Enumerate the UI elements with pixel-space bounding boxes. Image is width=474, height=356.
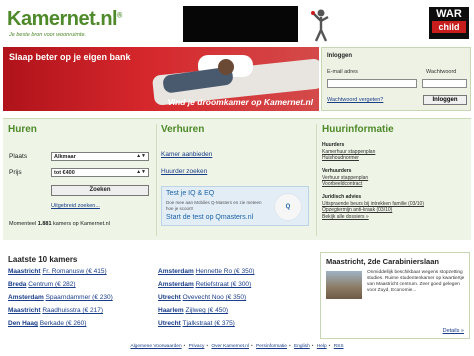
email-field[interactable] [327, 79, 417, 88]
list-item[interactable]: Amsterdam Retiefstraat (€ 300) [158, 281, 251, 288]
info-link[interactable]: Huishoudnormer [322, 155, 359, 161]
place-label: Plaats [9, 153, 28, 160]
search-button[interactable]: Zoeken [51, 185, 149, 196]
offer-room-link[interactable]: Kamer aanbieden [161, 151, 212, 158]
place-value: Alkmaar [54, 154, 76, 160]
divider [316, 124, 317, 236]
select-arrow-icon: ▲▼ [136, 169, 146, 175]
list-item[interactable]: Den Haag Berkade (€ 260) [8, 320, 86, 327]
info-link[interactable]: Voorbeeldcontract [322, 181, 362, 187]
latest-rooms-title: Laatste 10 kamers [8, 255, 78, 264]
list-item[interactable]: Amsterdam Hennette Ro (€ 350) [158, 268, 254, 275]
logo-registered-mark: ® [117, 12, 122, 20]
forgot-password-link[interactable]: Wachtwoord vergeten? [327, 97, 383, 103]
iq-heading: Test je IQ & EQ [166, 190, 215, 197]
verhuren-title: Verhuren [161, 124, 205, 135]
find-tenant-link[interactable]: Huurder zoeken [161, 168, 207, 175]
room-count: Momenteel 1.881 kamers op Kamernet.nl [9, 221, 110, 227]
footer-links: Algemene Voorwaarden • Privacy • Over Kame… [130, 344, 344, 349]
list-item[interactable]: Breda Centrum (€ 282) [8, 281, 76, 288]
info-group-heading: Juridisch advies [322, 194, 362, 200]
list-item[interactable]: Haarlem Zijlweg (€ 450) [158, 307, 228, 314]
silhouette-figure-icon [311, 9, 329, 42]
divider [156, 124, 157, 236]
details-link[interactable]: Details » [443, 328, 464, 334]
footer-link[interactable]: Help [317, 344, 327, 349]
info-group-heading: Huurders [322, 142, 345, 148]
list-item[interactable]: Maastricht Raadhuisstra (€ 217) [8, 307, 103, 314]
footer-link[interactable]: English [294, 344, 310, 349]
iq-cta: Start de test op Qmasters.nl [166, 214, 254, 221]
logo-text: Kamernet.nl [7, 8, 118, 30]
featured-description: Onmiddellijk beschikbaar wegens stopzett… [367, 270, 465, 293]
count-number: 1.881 [37, 221, 52, 227]
info-group-heading: Verhuurders [322, 168, 352, 174]
price-select[interactable]: tot €400 ▲▼ [51, 168, 149, 177]
banner-headline: Slaap beter op je eigen bank [9, 52, 131, 62]
email-label: E-mail adres [327, 69, 358, 75]
site-logo[interactable]: Kamernet.nl® [7, 8, 122, 31]
hero-banner[interactable]: Slaap beter op je eigen bank Vind je dro… [3, 47, 319, 111]
tagline: Je beste bron voor woonruimte. [9, 32, 87, 38]
featured-title: Maastricht, 2de Carabinierslaan [326, 257, 439, 266]
price-value: tot €400 [54, 170, 75, 176]
count-prefix: Momenteel [9, 221, 37, 227]
qmasters-logo-icon: Q [274, 193, 302, 221]
banner-cta: Vind je droomkamer op Kamernet.nl [167, 97, 313, 107]
login-button[interactable]: Inloggen [423, 95, 467, 105]
warchild-line1: WAR [436, 8, 462, 20]
info-title: Huurinformatie [322, 124, 394, 135]
list-item[interactable]: Utrecht Ovevecht Noo (€ 350) [158, 294, 246, 301]
place-select[interactable]: Alkmaar ▲▼ [51, 152, 149, 161]
info-link[interactable]: Bekijk alle dossiers » [322, 214, 369, 220]
warchild-logo[interactable]: WAR child [429, 7, 469, 39]
login-panel: Inloggen E-mail adres Wachtwoord Wachtwo… [321, 47, 471, 111]
footer-link[interactable]: Algemene Voorwaarden [130, 344, 181, 349]
list-item[interactable]: Utrecht Tjalkstraat (€ 375) [158, 320, 235, 327]
huren-title: Huren [8, 124, 37, 135]
footer-link[interactable]: Over Kamernet.nl [211, 344, 249, 349]
list-item[interactable]: Amsterdam Spaarndammer (€ 230) [8, 294, 113, 301]
footer-link[interactable]: Persinformatie [256, 344, 287, 349]
footer-link[interactable]: Privacy [189, 344, 205, 349]
iq-test-ad[interactable]: Test je IQ & EQ Doe mee aan Mobiles Q-Ma… [161, 186, 309, 226]
banner-person-head [218, 59, 234, 75]
warchild-line2: child [432, 21, 466, 33]
advanced-search-link[interactable]: Uitgebreid zoeken... [51, 203, 100, 209]
iq-body: Doe mee aan Mobiles Q-Masters en zie met… [166, 200, 262, 211]
password-label: Wachtwoord [426, 69, 457, 75]
list-item[interactable]: Maastricht Fr. Romanusw (€ 415) [8, 268, 107, 275]
featured-room-photo[interactable] [326, 271, 362, 299]
featured-room[interactable]: Maastricht, 2de Carabinierslaan Onmiddel… [320, 252, 470, 339]
password-field[interactable] [422, 79, 467, 88]
top-advertisement[interactable] [183, 6, 298, 42]
select-arrow-icon: ▲▼ [136, 153, 146, 159]
count-suffix: kamers op Kamernet.nl [53, 221, 110, 227]
info-link[interactable]: Opzegtermijn anti-kraak (03/10) [322, 207, 392, 213]
footer-link[interactable]: RSS [334, 344, 344, 349]
price-label: Prijs [9, 169, 22, 176]
login-title: Inloggen [327, 53, 352, 59]
